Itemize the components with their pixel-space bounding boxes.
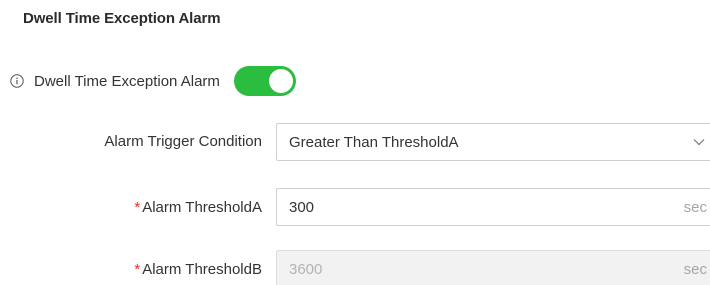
threshold-b-label: * Alarm ThresholdB bbox=[134, 261, 262, 278]
alarm-toggle-label: Dwell Time Exception Alarm bbox=[34, 72, 220, 90]
required-mark: * bbox=[134, 199, 141, 216]
trigger-condition-value: Greater Than ThresholdA bbox=[289, 133, 459, 151]
threshold-b-input: 3600 sec bbox=[276, 250, 710, 285]
required-mark: * bbox=[134, 261, 141, 278]
settings-panel: Dwell Time Exception Alarm Dwell Time Ex… bbox=[0, 0, 710, 285]
info-icon[interactable] bbox=[10, 74, 24, 88]
threshold-a-input[interactable]: 300 sec bbox=[276, 188, 710, 226]
trigger-condition-select[interactable]: Greater Than ThresholdA bbox=[276, 123, 710, 161]
switch-knob bbox=[268, 69, 293, 93]
section-title: Dwell Time Exception Alarm bbox=[23, 10, 221, 27]
chevron-down-icon bbox=[693, 139, 705, 146]
alarm-toggle-row: Dwell Time Exception Alarm bbox=[10, 66, 296, 96]
alarm-enable-switch[interactable] bbox=[233, 66, 296, 96]
threshold-a-unit: sec bbox=[683, 198, 707, 216]
threshold-a-value[interactable]: 300 bbox=[277, 199, 684, 216]
threshold-b-value: 3600 bbox=[289, 260, 323, 278]
threshold-b-unit: sec bbox=[683, 260, 707, 278]
trigger-condition-label: Alarm Trigger Condition bbox=[104, 133, 262, 150]
threshold-a-label: * Alarm ThresholdA bbox=[134, 199, 262, 216]
